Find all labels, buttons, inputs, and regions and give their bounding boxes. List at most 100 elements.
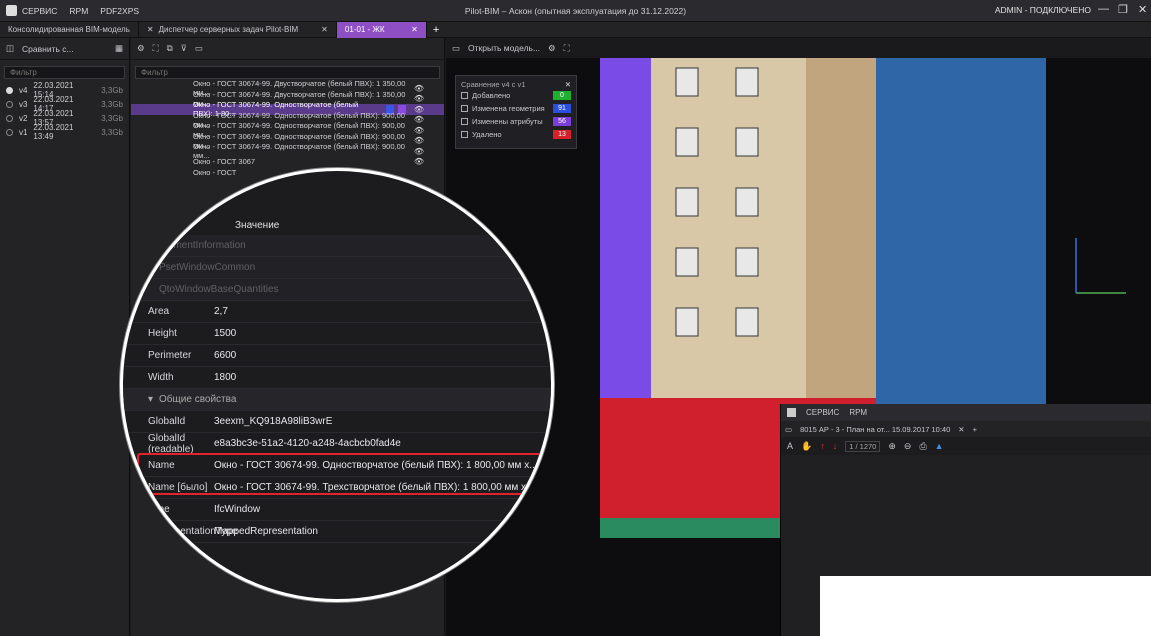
close-icon[interactable]: ✕ bbox=[1138, 3, 1147, 16]
add-tab-button[interactable]: + bbox=[427, 24, 445, 36]
property-row: GlobalId (readable) e8a3bc3e-51a2-4120-a2… bbox=[123, 432, 551, 455]
close-icon[interactable]: ✕ bbox=[565, 80, 571, 89]
tab-zhk[interactable]: 01-01 - ЖК ✕ bbox=[336, 21, 427, 38]
version-size: 3,3Gb bbox=[101, 85, 123, 95]
elements-filter-input[interactable]: Фильтр bbox=[135, 66, 440, 79]
eye-icon[interactable]: 👁 bbox=[414, 94, 424, 103]
tree-icon[interactable]: ⧉ bbox=[167, 43, 173, 54]
up-arrow-icon[interactable]: ↑ bbox=[820, 441, 825, 451]
value-column-header: Значение bbox=[235, 220, 280, 231]
section-pset-window-common[interactable]: PsetWindowCommon bbox=[123, 257, 551, 279]
comparison-legend: Сравнение v4 с v1 ✕ Добавлено 0 Изменена г… bbox=[455, 75, 577, 149]
legend-item-geometry[interactable]: Изменена геометрия 91 bbox=[461, 102, 571, 115]
eye-icon[interactable]: 👁 bbox=[414, 147, 424, 156]
property-row: Perimeter 6600 bbox=[123, 345, 551, 367]
radio-icon[interactable] bbox=[6, 100, 13, 108]
legend-header: Сравнение v4 с v1 ✕ bbox=[461, 80, 571, 89]
tab-label: 8015 АР - 3 - План на от... 15.09.2017 1… bbox=[800, 424, 951, 434]
tab-task-dispatcher[interactable]: ✕ Диспетчер серверных задач Pilot-BIM ✕ bbox=[139, 21, 337, 38]
menu-item-service[interactable]: СЕРВИС bbox=[22, 6, 57, 16]
checkbox[interactable] bbox=[461, 131, 468, 138]
checkbox[interactable] bbox=[461, 118, 468, 125]
down-arrow-icon[interactable]: ↓ bbox=[833, 441, 838, 451]
hand-icon[interactable]: ✋ bbox=[801, 441, 812, 452]
radio-icon[interactable] bbox=[6, 114, 13, 122]
property-value: 6600 bbox=[214, 350, 237, 361]
settings-icon[interactable]: ⚙ bbox=[137, 43, 145, 54]
compare-icon[interactable]: ◫ bbox=[6, 43, 14, 54]
list-item[interactable]: Окно - ГОСТ 30674-99. Одностворчатое (бе… bbox=[131, 142, 444, 160]
checkbox[interactable] bbox=[461, 105, 468, 112]
property-key: Perimeter bbox=[148, 350, 192, 361]
version-size: 3,3Gb bbox=[101, 127, 123, 137]
gear-icon[interactable]: ⚙ bbox=[548, 43, 556, 54]
tab-bim-model[interactable]: Консолидированная BIM-модель bbox=[0, 21, 139, 38]
frame-icon[interactable]: ⛶ bbox=[564, 43, 570, 54]
compare-button[interactable]: Сравнить с... bbox=[22, 44, 74, 54]
section-common-properties[interactable]: ▾ Общие свойства bbox=[123, 389, 551, 411]
user-status[interactable]: ADMIN - ПОДКЛЮЧЕНО bbox=[995, 5, 1091, 15]
close-icon[interactable]: ✕ bbox=[147, 25, 154, 34]
legend-count: 0 bbox=[553, 91, 571, 100]
radio-icon[interactable] bbox=[6, 86, 13, 94]
section-qto-window[interactable]: QtoWindowBaseQuantities bbox=[123, 279, 551, 301]
minimize-icon[interactable]: — bbox=[1098, 3, 1109, 15]
print-icon[interactable]: ⎙ bbox=[919, 441, 926, 452]
frame-icon[interactable]: ⛶ bbox=[153, 43, 159, 54]
add-tab-button[interactable]: + bbox=[973, 425, 977, 434]
legend-count: 56 bbox=[553, 117, 571, 126]
zoom-in-icon[interactable]: ⊕ bbox=[888, 441, 896, 452]
legend-count: 13 bbox=[553, 130, 571, 139]
version-list: v4 22.03.2021 15:14 3,3Gb v3 22.03.2021 14:… bbox=[0, 81, 129, 141]
menu-item-pdf2xps[interactable]: PDF2XPS bbox=[100, 6, 139, 16]
legend-title: Сравнение v4 с v1 bbox=[461, 80, 526, 89]
eye-icon[interactable]: 👁 bbox=[414, 105, 424, 114]
menu-item-rpm[interactable]: RPM bbox=[69, 6, 88, 16]
section-element-information[interactable]: ElementInformation bbox=[123, 235, 551, 257]
legend-label: Добавлено bbox=[472, 91, 511, 100]
eye-icon[interactable]: 👁 bbox=[414, 84, 424, 93]
legend-item-attributes[interactable]: Изменены атрибуты 56 bbox=[461, 115, 571, 128]
close-icon[interactable]: ✕ bbox=[958, 425, 964, 434]
property-value: 1800 bbox=[214, 372, 237, 383]
legend-item-added[interactable]: Добавлено 0 bbox=[461, 89, 571, 102]
properties-magnifier: Значение ElementInformation PsetWindowCo… bbox=[120, 168, 554, 602]
inset-menu: СЕРВИС RPM bbox=[781, 404, 1151, 421]
close-icon[interactable]: ✕ bbox=[321, 25, 328, 34]
versions-filter-input[interactable]: Фильтр bbox=[4, 66, 125, 79]
property-value: e8a3bc3e-51a2-4120-a248-4acbcb0fad4e bbox=[214, 438, 401, 449]
view-icon[interactable]: ▭ bbox=[195, 43, 203, 54]
legend-item-deleted[interactable]: Удалено 13 bbox=[461, 128, 571, 141]
eye-icon[interactable]: 👁 bbox=[414, 115, 424, 124]
menu-item-service[interactable]: СЕРВИС bbox=[806, 408, 839, 417]
document-icon: ▭ bbox=[785, 424, 793, 434]
eye-icon[interactable]: 👁 bbox=[414, 136, 424, 145]
text-icon[interactable]: A bbox=[787, 441, 793, 451]
zoom-out-icon[interactable]: ⊖ bbox=[904, 441, 912, 452]
version-row[interactable]: v1 22.03.2021 13:49 3,3Gb bbox=[0, 123, 129, 141]
grid-icon[interactable]: ▦ bbox=[115, 43, 123, 54]
inset-tab[interactable]: ▭ 8015 АР - 3 - План на от... 15.09.2017 … bbox=[781, 421, 1151, 437]
inset-toolbar: A ✋ ↑ ↓ 1 / 1270 ⊕ ⊖ ⎙ ▲ bbox=[781, 437, 1151, 455]
element-name: Окно - ГОСТ bbox=[193, 167, 237, 177]
radio-icon[interactable] bbox=[6, 128, 13, 136]
maximize-icon[interactable]: ❐ bbox=[1118, 3, 1128, 16]
property-key: RepresentationType bbox=[148, 526, 238, 537]
version-size: 3,3Gb bbox=[101, 99, 123, 109]
legend-count: 91 bbox=[553, 104, 571, 113]
viewer-toolbar: ▭ Открыть модель... ⚙ ⛶ bbox=[446, 38, 1151, 58]
property-key: GlobalId (readable) bbox=[148, 432, 194, 455]
open-model-icon[interactable]: ▭ bbox=[452, 43, 460, 54]
property-row: Area 2,7 bbox=[123, 301, 551, 323]
filter-icon[interactable]: ⊽ bbox=[181, 43, 187, 54]
page-input[interactable]: 1 / 1270 bbox=[845, 440, 881, 452]
close-icon[interactable]: ✕ bbox=[411, 25, 418, 34]
open-model-button[interactable]: Открыть модель... bbox=[468, 43, 540, 53]
pointer-icon[interactable]: ▲ bbox=[935, 441, 944, 451]
checkbox[interactable] bbox=[461, 92, 468, 99]
app-logo bbox=[787, 408, 796, 417]
eye-icon[interactable]: 👁 bbox=[414, 157, 424, 166]
eye-icon[interactable]: 👁 bbox=[414, 126, 424, 135]
menu-item-rpm[interactable]: RPM bbox=[849, 408, 867, 417]
version-size: 3,3Gb bbox=[101, 113, 123, 123]
